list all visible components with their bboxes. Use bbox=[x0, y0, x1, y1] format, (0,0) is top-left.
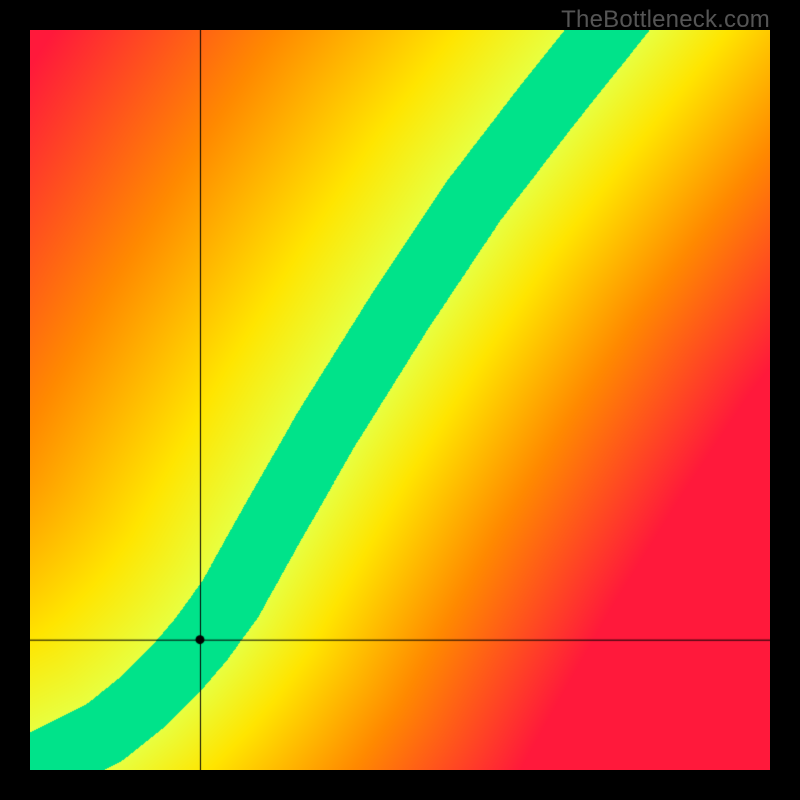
chart-container: TheBottleneck.com bbox=[0, 0, 800, 800]
heatmap-canvas bbox=[30, 30, 770, 770]
